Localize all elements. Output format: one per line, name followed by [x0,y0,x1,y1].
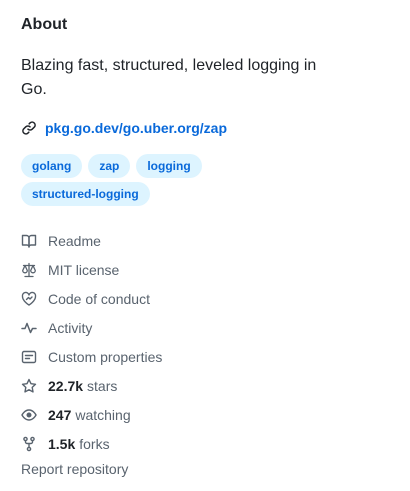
repo-meta-list: Readme MIT license Code of conduct Activ… [21,226,162,458]
forks-link[interactable]: 1.5k forks [21,429,162,458]
eye-icon [21,407,37,423]
repo-description: Blazing fast, structured, leveled loggin… [21,57,317,98]
law-scale-icon [21,262,37,278]
link-icon [21,120,37,136]
stars-count: 22.7k [48,377,84,394]
topics-list: golang zap logging structured-logging [21,154,321,206]
stars-link[interactable]: 22.7k stars [21,371,162,400]
topic-tag[interactable]: zap [88,154,131,178]
topic-tag[interactable]: structured-logging [21,182,150,206]
report-repository-link[interactable]: Report repository [21,459,128,479]
homepage-link[interactable]: pkg.go.dev/go.uber.org/zap [45,120,227,136]
license-link[interactable]: MIT license [21,255,162,284]
code-of-conduct-label: Code of conduct [48,290,150,307]
activity-link[interactable]: Activity [21,313,162,342]
custom-properties-link[interactable]: Custom properties [21,342,162,371]
forks-count: 1.5k [48,435,76,452]
topic-tag[interactable]: logging [136,154,202,178]
forks-label: forks [79,435,110,452]
license-label: MIT license [48,261,120,278]
stars-label: stars [87,377,118,394]
custom-properties-label: Custom properties [48,348,163,365]
topic-tag[interactable]: golang [21,154,83,178]
book-icon [21,233,37,249]
activity-label: Activity [48,319,93,336]
note-icon [21,349,37,365]
star-icon [21,378,37,394]
homepage-link-row: pkg.go.dev/go.uber.org/zap [21,118,227,138]
watchers-link[interactable]: 247 watching [21,400,162,429]
readme-link[interactable]: Readme [21,226,162,255]
about-heading: About [21,16,68,33]
about-panel: About Blazing fast, structured, leveled … [0,0,410,491]
pulse-icon [21,320,37,336]
watching-count: 247 [48,406,72,423]
code-of-conduct-link[interactable]: Code of conduct [21,284,162,313]
readme-label: Readme [48,232,101,249]
fork-icon [21,436,37,452]
code-of-conduct-icon [21,291,37,307]
watching-label: watching [75,406,131,423]
